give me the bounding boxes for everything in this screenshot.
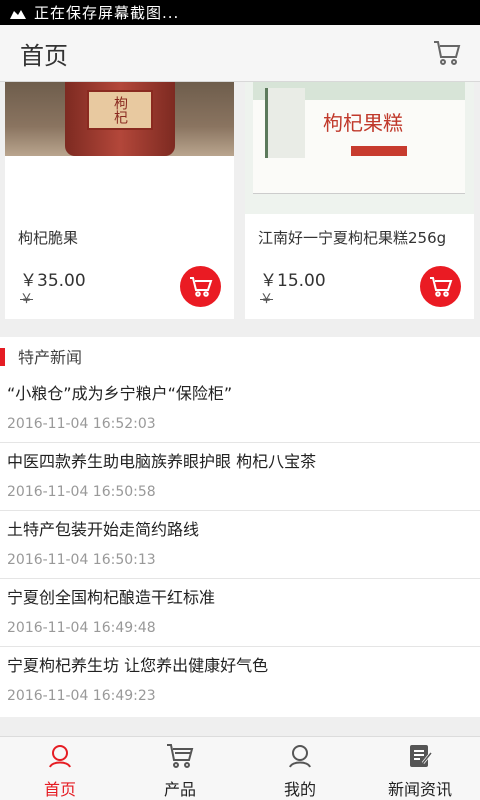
status-text: 正在保存屏幕截图... xyxy=(34,4,180,22)
nav-products[interactable]: 产品 xyxy=(120,737,240,800)
nav-label: 首页 xyxy=(43,780,76,799)
bottom-nav: 首页 产品 我的 新闻资讯 xyxy=(0,736,480,800)
status-bar: 正在保存屏幕截图... xyxy=(0,0,480,25)
product-card[interactable]: 枸杞果糕 江南好一宁夏枸杞果糕256g ￥15.00 ￥ xyxy=(245,82,474,319)
news-section: 特产新闻 “小粮仓”成为乡宁粮户“保险柜” 2016-11-04 16:52:0… xyxy=(0,337,480,717)
home-icon xyxy=(46,742,74,770)
news-title[interactable]: 土特产包装开始走简约路线 xyxy=(7,519,473,541)
news-title[interactable]: 宁夏创全国枸杞酿造干红标准 xyxy=(7,587,473,609)
news-item[interactable]: 宁夏枸杞养生坊 让您养出健康好气色 2016-11-04 16:49:23 xyxy=(0,647,480,715)
nav-label: 我的 xyxy=(283,780,316,799)
section-accent-bar xyxy=(0,348,5,366)
product-old-price: ￥ xyxy=(20,292,34,307)
box-image: 枸杞果糕 xyxy=(253,82,465,194)
product-name[interactable]: 枸杞脆果 xyxy=(18,227,78,248)
product-grid: 枸杞 枸杞脆果 ￥35.00 ￥ 枸杞果糕 江南好一宁夏枸杞果糕256g ￥15… xyxy=(0,82,480,319)
cart-icon xyxy=(166,742,194,770)
news-item[interactable]: 土特产包装开始走简约路线 2016-11-04 16:50:13 xyxy=(0,511,480,579)
nav-label: 新闻资讯 xyxy=(387,780,452,799)
news-item[interactable]: 宁夏创全国枸杞酿造干红标准 2016-11-04 16:49:48 xyxy=(0,579,480,647)
cart-icon[interactable] xyxy=(432,38,462,68)
news-time: 2016-11-04 16:50:13 xyxy=(7,552,156,568)
user-icon xyxy=(286,742,314,770)
news-title[interactable]: “小粮仓”成为乡宁粮户“保险柜” xyxy=(7,383,473,405)
news-item[interactable]: “小粮仓”成为乡宁粮户“保险柜” 2016-11-04 16:52:03 xyxy=(0,375,480,443)
app-header: 首页 xyxy=(0,25,480,82)
news-icon xyxy=(406,742,434,770)
news-header: 特产新闻 xyxy=(0,337,480,375)
nav-mine[interactable]: 我的 xyxy=(240,737,360,800)
news-time: 2016-11-04 16:49:23 xyxy=(7,688,156,704)
news-title[interactable]: 宁夏枸杞养生坊 让您养出健康好气色 xyxy=(7,655,473,677)
jar-label: 枸杞 xyxy=(87,90,153,130)
main-content: 枸杞 枸杞脆果 ￥35.00 ￥ 枸杞果糕 江南好一宁夏枸杞果糕256g ￥15… xyxy=(0,82,480,736)
product-old-price: ￥ xyxy=(260,292,274,307)
news-time: 2016-11-04 16:52:03 xyxy=(7,416,156,432)
product-card[interactable]: 枸杞 枸杞脆果 ￥35.00 ￥ xyxy=(5,82,234,319)
box-title: 枸杞果糕 xyxy=(323,111,403,135)
nav-news[interactable]: 新闻资讯 xyxy=(360,737,480,800)
nav-label: 产品 xyxy=(163,780,196,799)
cloud-icon xyxy=(8,6,28,20)
news-title[interactable]: 中医四款养生助电脑族养眼护眼 枸杞八宝茶 xyxy=(7,451,473,473)
product-image[interactable]: 枸杞果糕 xyxy=(245,82,474,214)
add-to-cart-button[interactable] xyxy=(420,266,461,307)
nav-home[interactable]: 首页 xyxy=(0,737,120,800)
page-title: 首页 xyxy=(20,41,68,70)
news-item[interactable]: 中医四款养生助电脑族养眼护眼 枸杞八宝茶 2016-11-04 16:50:58 xyxy=(0,443,480,511)
product-name[interactable]: 江南好一宁夏枸杞果糕256g xyxy=(258,227,446,248)
jar-image: 枸杞 xyxy=(65,82,175,156)
news-time: 2016-11-04 16:49:48 xyxy=(7,620,156,636)
news-time: 2016-11-04 16:50:58 xyxy=(7,484,156,500)
product-image[interactable]: 枸杞 xyxy=(5,82,234,156)
add-to-cart-button[interactable] xyxy=(180,266,221,307)
section-title: 特产新闻 xyxy=(18,348,83,367)
